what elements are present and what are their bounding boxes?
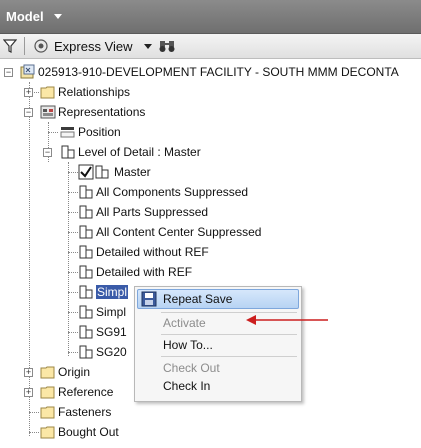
level-of-detail-icon bbox=[79, 245, 93, 259]
menu-divider bbox=[161, 356, 297, 357]
tree-line bbox=[29, 82, 30, 436]
tree-node-label: Master bbox=[114, 165, 151, 179]
menu-item-check-out[interactable]: Check Out bbox=[163, 361, 220, 375]
tree-line bbox=[68, 252, 78, 253]
tree-line bbox=[68, 192, 78, 193]
tree-line bbox=[68, 172, 78, 173]
level-of-detail-icon bbox=[79, 285, 93, 299]
annotation-arrow-icon bbox=[246, 315, 328, 325]
tree-node-label: All Components Suppressed bbox=[96, 185, 249, 199]
representations-icon bbox=[40, 105, 56, 119]
level-of-detail-icon bbox=[79, 345, 93, 359]
tree-line bbox=[68, 292, 78, 293]
folder-icon bbox=[40, 366, 55, 379]
tree-line bbox=[68, 312, 78, 313]
folder-icon bbox=[40, 386, 55, 399]
level-of-detail-icon bbox=[79, 325, 93, 339]
assembly-icon bbox=[20, 64, 35, 79]
model-panel-header[interactable]: Model bbox=[0, 0, 421, 34]
tree-node-label: Detailed without REF bbox=[96, 245, 209, 259]
tree-line bbox=[48, 132, 58, 133]
menu-divider bbox=[161, 334, 297, 335]
tree-node-label: Position bbox=[78, 125, 121, 139]
binoculars-icon[interactable] bbox=[158, 38, 176, 54]
level-of-detail-icon bbox=[79, 305, 93, 319]
save-icon bbox=[141, 291, 157, 307]
tree-node-label: Relationships bbox=[58, 85, 131, 99]
tree-node-label: Representations bbox=[58, 105, 146, 119]
express-view-icon[interactable] bbox=[33, 38, 49, 54]
menu-item-repeat-save[interactable]: Repeat Save bbox=[163, 292, 232, 306]
folder-icon bbox=[40, 86, 55, 99]
expand-origin-toggle[interactable]: + bbox=[24, 368, 33, 377]
tree-node-label: All Parts Suppressed bbox=[96, 205, 209, 219]
tree-node-label: Reference bbox=[58, 385, 114, 399]
level-of-detail-icon bbox=[79, 185, 93, 199]
expand-reference-toggle[interactable]: + bbox=[24, 388, 33, 397]
level-of-detail-icon bbox=[79, 205, 93, 219]
tree-line bbox=[68, 212, 78, 213]
level-of-detail-icon bbox=[61, 145, 75, 159]
tree-node-label: Origin bbox=[58, 365, 91, 379]
chevron-down-icon[interactable] bbox=[54, 14, 62, 19]
tree-node-label: 025913-910-DEVELOPMENT FACILITY - SOUTH … bbox=[38, 65, 399, 79]
tree-node-label: SG91 bbox=[96, 325, 127, 339]
tree-line bbox=[29, 432, 39, 433]
collapse-root-toggle[interactable]: − bbox=[4, 68, 13, 77]
level-of-detail-icon bbox=[79, 225, 93, 239]
tree-node-label: All Content Center Suppressed bbox=[96, 225, 262, 239]
active-checkmark-icon bbox=[78, 164, 109, 180]
express-view-label[interactable]: Express View bbox=[54, 39, 133, 54]
express-view-dropdown-icon[interactable] bbox=[144, 44, 152, 49]
toolbar-divider bbox=[24, 37, 25, 55]
collapse-representations-toggle[interactable]: − bbox=[24, 108, 33, 117]
tree-line bbox=[68, 332, 78, 333]
tree-node-label: SG20 bbox=[96, 345, 127, 359]
context-menu: Repeat Save Activate How To... Check Out… bbox=[134, 286, 302, 402]
tree-node-label: Detailed with REF bbox=[96, 265, 193, 279]
panel-title: Model bbox=[6, 9, 44, 24]
tree-node-label: Simpl bbox=[96, 305, 127, 319]
folder-icon bbox=[40, 426, 55, 439]
tree-line bbox=[29, 412, 39, 413]
tree-node-label: Fasteners bbox=[58, 405, 112, 419]
tree-node-label: Level of Detail : Master bbox=[78, 145, 201, 159]
level-of-detail-icon bbox=[79, 265, 93, 279]
position-icon bbox=[60, 127, 75, 138]
menu-item-check-in[interactable]: Check In bbox=[163, 379, 210, 393]
tree-line bbox=[68, 352, 78, 353]
tree-line bbox=[68, 232, 78, 233]
tree-node-label-selected: Simpl bbox=[96, 285, 129, 299]
browser-toolbar: Express View bbox=[0, 34, 421, 59]
tree-node-label: Bought Out bbox=[58, 425, 119, 439]
filter-icon[interactable] bbox=[3, 38, 17, 54]
tree-line bbox=[68, 272, 78, 273]
collapse-lod-toggle[interactable]: − bbox=[43, 148, 52, 157]
folder-icon bbox=[40, 406, 55, 419]
menu-item-how-to[interactable]: How To... bbox=[163, 338, 213, 352]
expand-relationships-toggle[interactable]: + bbox=[24, 88, 33, 97]
menu-item-activate[interactable]: Activate bbox=[163, 316, 206, 330]
